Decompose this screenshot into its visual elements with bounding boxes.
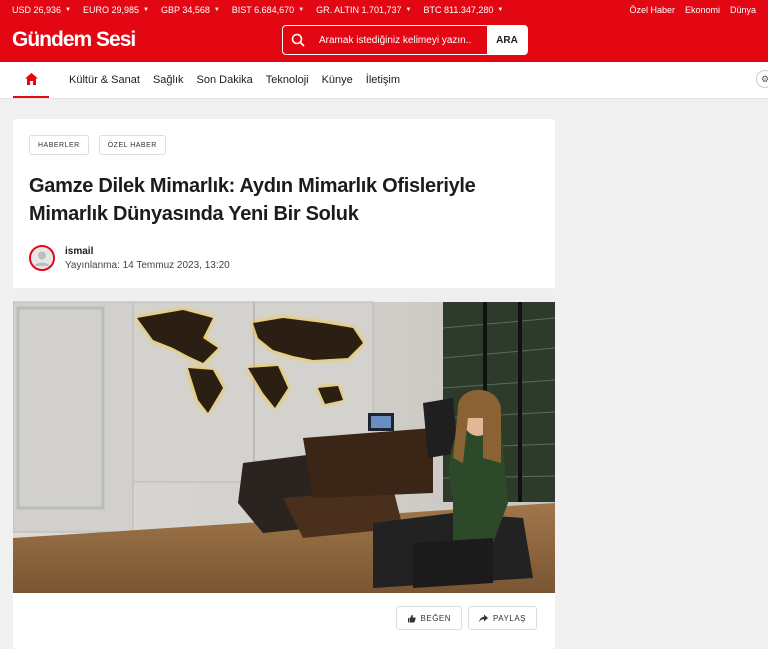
site-header: Gündem Sesi ARA <box>0 19 768 62</box>
tag-haberler[interactable]: HABERLER <box>29 135 89 155</box>
author-block: ismail Yayınlanma: 14 Temmuz 2023, 13:20 <box>29 245 230 271</box>
top-link-ozel-haber[interactable]: Özel Haber <box>629 5 675 15</box>
article-title: Gamze Dilek Mimarlık: Aydın Mimarlık Ofi… <box>29 175 476 225</box>
search-icon[interactable] <box>283 26 313 54</box>
nav-item-kultur-sanat[interactable]: Kültür & Sanat <box>69 74 140 86</box>
thumbs-up-icon <box>407 614 416 622</box>
nav-item-son-dakika[interactable]: Son Dakika <box>197 74 253 86</box>
ticker-gold[interactable]: GR. ALTIN 1.701,737 ▼ <box>316 5 411 15</box>
caret-down-icon: ▼ <box>143 6 149 13</box>
site-logo[interactable]: Gündem Sesi <box>12 28 136 52</box>
avatar[interactable] <box>29 245 55 271</box>
top-link-ekonomi[interactable]: Ekonomi <box>685 5 720 15</box>
home-button[interactable] <box>13 62 49 98</box>
nav-item-iletisim[interactable]: İletişim <box>366 74 400 86</box>
caret-down-icon: ▼ <box>405 6 412 13</box>
ticker-btc[interactable]: BTC 811.347,280 ▼ <box>423 5 503 15</box>
tag-ozel-haber[interactable]: ÖZEL HABER <box>98 135 166 155</box>
caret-down-icon: ▼ <box>497 6 504 13</box>
search-input[interactable] <box>313 26 487 54</box>
search-button[interactable]: ARA <box>487 26 527 54</box>
caret-down-icon: ▼ <box>213 6 220 13</box>
nav-item-teknoloji[interactable]: Teknoloji <box>266 74 309 86</box>
nav-item-saglik[interactable]: Sağlık <box>153 74 184 86</box>
ticker-gbp[interactable]: GBP 34,568 ▼ <box>161 5 220 15</box>
ticker-euro[interactable]: EURO 29,985 ▼ <box>83 5 149 15</box>
top-links: Özel Haber Ekonomi Dünya <box>619 0 756 19</box>
author-name[interactable]: ismail <box>65 246 230 257</box>
share-button[interactable]: PAYLAŞ <box>468 606 537 630</box>
ticker-usd[interactable]: USD 26,936 ▼ <box>12 5 71 15</box>
main-nav: Kültür & Sanat Sağlık Son Dakika Teknolo… <box>0 62 768 99</box>
article-tags: HABERLER ÖZEL HABER <box>29 135 176 155</box>
publish-date: Yayınlanma: 14 Temmuz 2023, 13:20 <box>65 259 230 271</box>
like-button[interactable]: BEĞEN <box>395 606 463 630</box>
nav-item-kunye[interactable]: Künye <box>322 74 353 86</box>
search-box: ARA <box>282 25 528 55</box>
market-ticker: USD 26,936 ▼ EURO 29,985 ▼ GBP 34,568 ▼ BIS… <box>0 0 768 19</box>
caret-down-icon: ▼ <box>298 6 305 13</box>
article-actions: BEĞEN PAYLAŞ <box>390 606 537 630</box>
caret-down-icon: ▼ <box>65 6 71 13</box>
nav-menu: Kültür & Sanat Sağlık Son Dakika Teknolo… <box>69 62 413 98</box>
article-card: HABERLER ÖZEL HABER Gamze Dilek Mimarlık… <box>13 119 555 649</box>
user-icon <box>31 247 53 269</box>
home-icon <box>24 73 38 85</box>
top-link-dunya[interactable]: Dünya <box>730 5 756 15</box>
article-image <box>13 288 555 593</box>
settings-icon[interactable]: ⚙ <box>756 70 768 88</box>
ticker-bist[interactable]: BIST 6.684,670 ▼ <box>232 5 304 15</box>
share-icon <box>479 614 489 622</box>
